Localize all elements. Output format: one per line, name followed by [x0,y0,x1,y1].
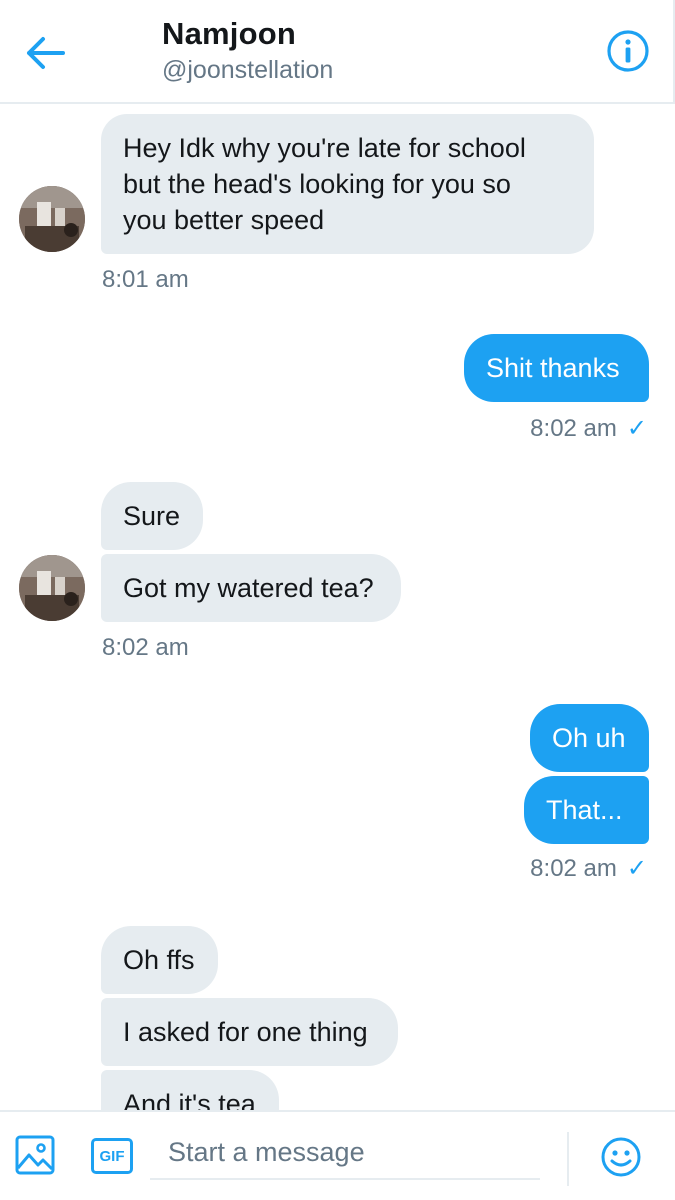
composer-divider [567,1132,569,1186]
conversation-header: Namjoon @joonstellation [0,0,675,104]
emoji-button[interactable] [600,1136,642,1183]
back-arrow-icon [27,37,65,69]
read-check-icon: ✓ [626,415,647,442]
message-text: And it's tea [123,1089,256,1110]
message-timestamp: 8:02 am [530,854,617,882]
message-input[interactable]: Start a message [150,1126,540,1180]
contact-name: Namjoon [162,16,297,51]
avatar-image [19,555,85,621]
message-timestamp: 8:01 am [102,266,189,293]
avatar[interactable] [19,186,85,252]
back-button[interactable] [22,30,68,76]
message-line: but the head's looking for you so [123,169,511,199]
avatar-image [19,186,85,252]
info-button[interactable] [605,28,651,74]
message-line: Hey Idk why you're late for school [123,133,526,163]
sent-message[interactable]: Shit thanks [464,334,649,402]
message-input-placeholder: Start a message [168,1136,365,1167]
add-gif-button[interactable]: GIF [91,1138,133,1174]
contact-handle: @joonstellation [162,56,334,84]
received-message[interactable]: Got my watered tea? [101,554,401,622]
received-message[interactable]: Sure [101,482,203,550]
message-line: you better speed [123,205,325,235]
read-check-icon: ✓ [626,855,647,882]
gif-label: GIF [99,1147,125,1165]
avatar[interactable] [19,555,85,621]
received-message[interactable]: Hey Idk why you're late for school but t… [101,114,594,254]
message-status: 8:02 am ✓ [530,414,647,443]
info-icon [607,30,649,72]
sent-message[interactable]: Oh uh [530,704,649,772]
received-message[interactable]: And it's tea [101,1070,279,1110]
conversation-title[interactable]: Namjoon @joonstellation [162,16,333,85]
message-composer: GIF Start a message [0,1110,675,1200]
image-icon [15,1135,55,1175]
sent-message[interactable]: That... [524,776,649,844]
message-timestamp: 8:02 am [102,634,189,661]
received-message[interactable]: I asked for one thing [101,998,398,1066]
message-timestamp: 8:02 am [530,414,617,442]
gif-icon: GIF [91,1138,133,1174]
message-status: 8:02 am ✓ [530,854,647,883]
emoji-icon [601,1137,641,1177]
message-feed[interactable]: Hey Idk why you're late for school but t… [0,104,675,1110]
add-photo-button[interactable] [14,1134,56,1181]
received-message[interactable]: Oh ffs [101,926,218,994]
